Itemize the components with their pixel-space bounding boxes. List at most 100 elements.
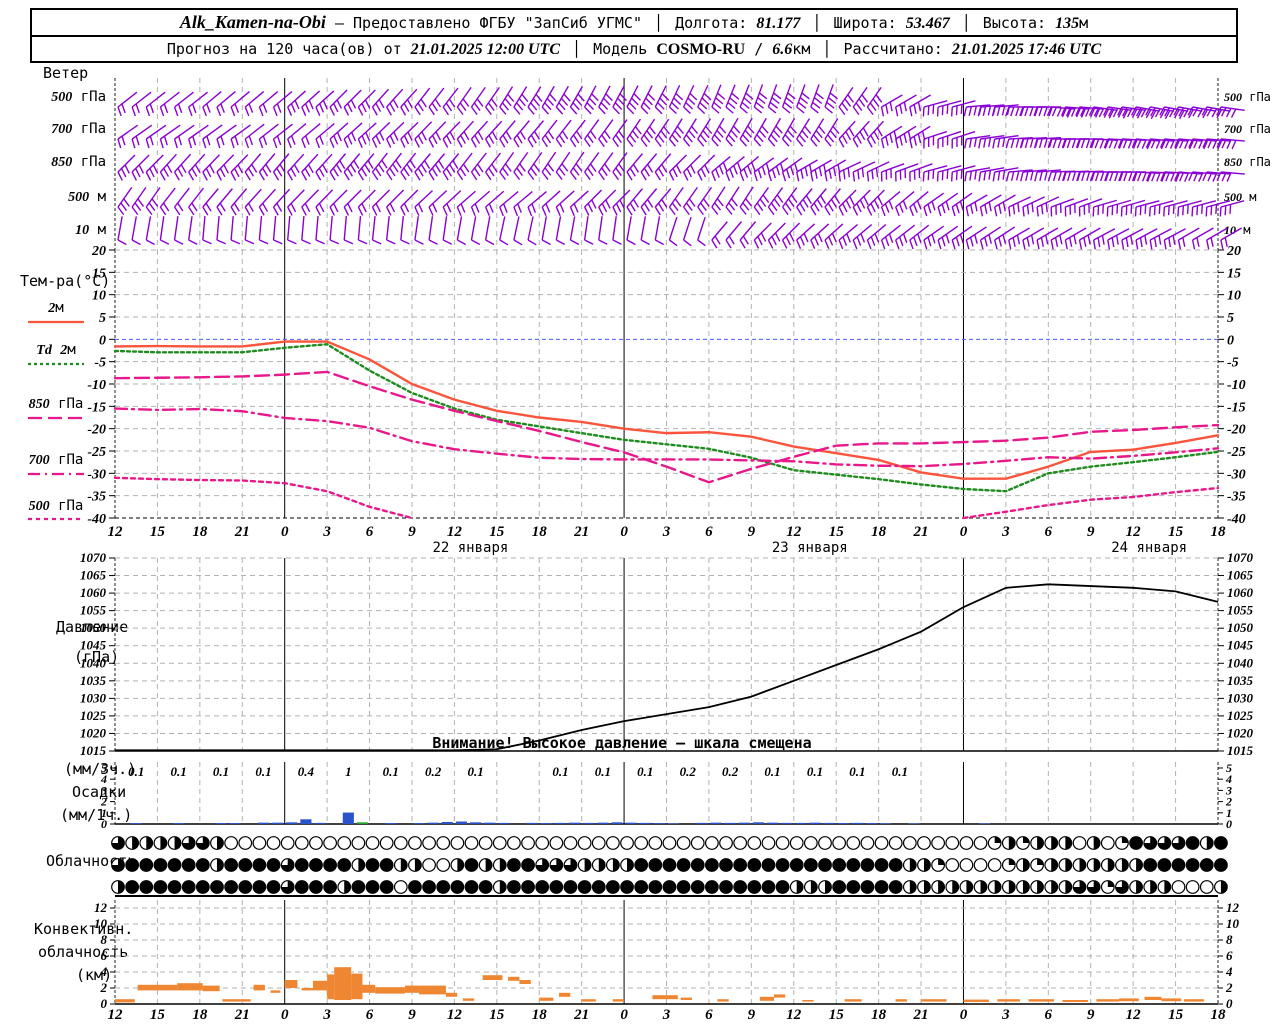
cloud-symbol: [379, 858, 394, 872]
hour-label: 18: [871, 524, 887, 540]
wind-barb-feather: [699, 101, 708, 110]
wind-barb: [442, 190, 462, 216]
wind-barb-staff: [668, 216, 678, 241]
cloud-symbol: [662, 858, 677, 872]
wind-barb-staff: [372, 189, 390, 208]
wind-barb: [852, 189, 871, 216]
wind-barb-feather: [988, 137, 992, 148]
wind-barb-feather: [675, 92, 684, 101]
wind-barb-feather: [978, 171, 982, 182]
cloud-symbol: [676, 880, 691, 894]
cloud-symbol: [125, 858, 140, 872]
temp-ytick-right: 15: [1227, 266, 1241, 281]
temp-ytick-right: -20: [1227, 423, 1246, 438]
wind-barb-feather: [1201, 204, 1203, 214]
cloud-symbol: [521, 858, 535, 872]
wind-barb-feather: [697, 171, 703, 181]
precip-hourly-bar: [724, 822, 736, 824]
cloud-row: [111, 858, 1228, 872]
wind-barb-feather: [301, 106, 307, 116]
wind-barb: [357, 216, 368, 245]
wind-barb: [1008, 227, 1030, 250]
wind-barb: [640, 216, 650, 246]
wind-barb-feather: [301, 138, 306, 149]
cloud-symbol: [803, 836, 818, 850]
wind-barb-feather: [993, 206, 998, 217]
wind-barb-feather: [992, 171, 996, 182]
wind-barb: [668, 154, 687, 181]
cloud-symbol: [351, 880, 366, 894]
wind-barb-staff: [131, 154, 150, 173]
wind-barb-staff: [188, 216, 193, 241]
wind-barb-feather: [230, 106, 236, 117]
wind-barb-staff: [753, 187, 769, 208]
wind-barb: [159, 216, 170, 245]
cloud-symbol-fill: [994, 836, 1001, 843]
wind-barb-feather: [400, 239, 410, 245]
wind-barb-feather: [527, 239, 537, 246]
convective-bar: [759, 996, 774, 1001]
wind-barb-feather: [414, 239, 424, 245]
wind-barb-feather: [753, 171, 758, 182]
cloud-symbol: [846, 880, 861, 894]
convective-bar: [519, 980, 531, 984]
wind-barb-feather: [117, 239, 127, 246]
wind-barb-feather: [357, 106, 364, 116]
wind-barb-feather: [1056, 107, 1062, 117]
wind-barb-staff: [315, 153, 333, 173]
precip-hourly-bar: [611, 822, 623, 824]
wind-barb-feather: [741, 101, 750, 110]
cloud-row: [111, 880, 1228, 894]
wind-barb: [654, 188, 672, 216]
wind-barb-feather: [1080, 138, 1086, 149]
wind-barb-feather: [810, 171, 814, 182]
wind-barb-feather: [1050, 206, 1053, 217]
wind-barb: [499, 191, 519, 217]
wind-barb-feather: [244, 138, 250, 149]
wind-barb-staff: [343, 153, 361, 173]
pressure-ytick-left: 1060: [80, 585, 107, 600]
wind-barb: [117, 216, 127, 246]
cloud-symbol: [874, 880, 889, 894]
wind-barb-feather: [829, 92, 838, 100]
temp-ytick-right: -35: [1227, 490, 1246, 505]
wind-barb-staff: [810, 188, 827, 208]
wind-barb-feather: [1141, 172, 1147, 182]
wind-barb-feather: [442, 206, 448, 216]
wind-barb-staff: [612, 152, 628, 173]
wind-barb-feather: [1183, 108, 1189, 118]
cloud-symbol: [478, 836, 493, 850]
wind-barb-feather: [470, 206, 476, 217]
temp-ytick-right: -10: [1227, 378, 1246, 393]
wind-barb: [173, 216, 184, 245]
wind-barb-feather: [230, 138, 235, 149]
wind-barb: [301, 123, 321, 149]
wind-barb-feather: [258, 138, 264, 149]
wind-barb-staff: [654, 153, 672, 173]
wind-barb-feather: [813, 97, 823, 105]
wind-barb-staff: [725, 186, 740, 208]
wind-barb-staff: [598, 119, 614, 140]
cloud-symbol: [662, 836, 677, 850]
wind-barb-feather: [932, 169, 935, 179]
wind-barb-staff: [767, 222, 786, 241]
wind-barb-staff: [725, 221, 742, 241]
hour-label: 0: [281, 1007, 289, 1023]
wind-barb-feather: [685, 101, 694, 110]
hour-label: 21: [234, 1007, 250, 1023]
wind-barb-feather: [880, 106, 885, 117]
hour-label: 3: [1001, 1007, 1010, 1023]
hour-label: 12: [1126, 1007, 1142, 1023]
wind-barb-feather: [1154, 108, 1161, 118]
cloud-symbol: [1214, 858, 1228, 872]
wind-barb: [880, 94, 903, 117]
wind-barb-staff: [612, 189, 631, 208]
date-label: 24 января: [1111, 540, 1187, 556]
wind-barb-staff: [654, 216, 661, 241]
wind-barb-staff: [470, 216, 477, 241]
temp-ytick-left: -25: [87, 445, 106, 460]
wind-barb-feather: [673, 97, 682, 105]
wind-barb-feather: [1067, 171, 1072, 182]
cloud-symbol: [393, 836, 408, 850]
hour-label: 12: [108, 1007, 124, 1023]
